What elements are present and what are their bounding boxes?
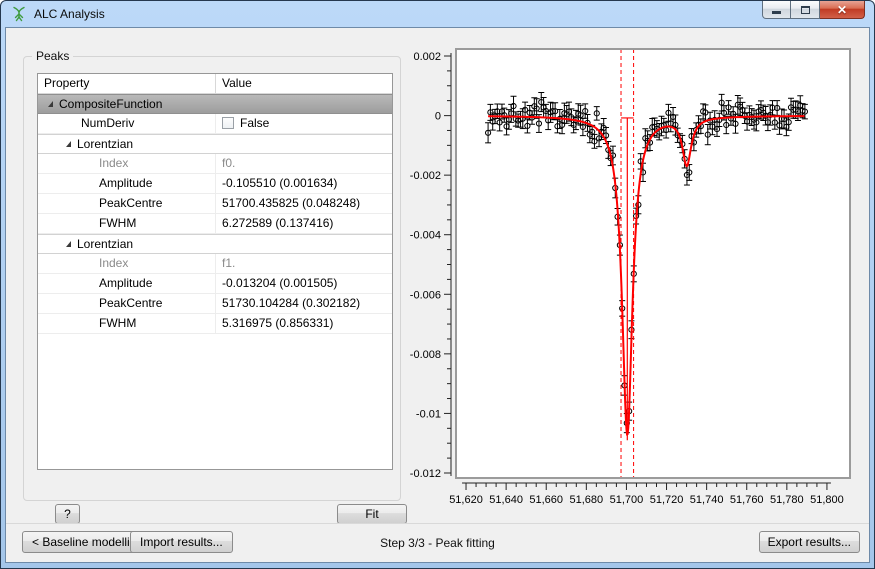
title-bar[interactable]: ALC Analysis ✕: [1, 1, 874, 27]
tree-group-row[interactable]: Lorentzian: [38, 134, 392, 154]
tree-item-row[interactable]: FWHM5.316975 (0.856331): [38, 314, 392, 334]
svg-text:51,740: 51,740: [690, 494, 724, 506]
minimize-button[interactable]: [762, 1, 791, 19]
property-value[interactable]: -0.013204 (0.001505): [216, 274, 392, 293]
tree-group-row[interactable]: Lorentzian: [38, 234, 392, 254]
tree-item-row[interactable]: FWHM6.272589 (0.137416): [38, 214, 392, 234]
property-value[interactable]: -0.105510 (0.001634): [216, 174, 392, 193]
checkbox[interactable]: [222, 117, 234, 129]
property-value[interactable]: f1.: [216, 254, 392, 273]
group-label: Lorentzian: [77, 135, 133, 154]
property-name: PeakCentre: [38, 194, 216, 213]
svg-text:51,720: 51,720: [650, 494, 684, 506]
collapse-arrow-icon[interactable]: [66, 241, 71, 247]
svg-text:51,680: 51,680: [570, 494, 604, 506]
close-button[interactable]: ✕: [820, 1, 865, 19]
property-name: FWHM: [38, 214, 216, 233]
property-value[interactable]: 51730.104284 (0.302182): [216, 294, 392, 313]
mantid-logo-icon: [11, 6, 27, 22]
svg-text:51,760: 51,760: [730, 494, 764, 506]
tree-item-row[interactable]: Indexf1.: [38, 254, 392, 274]
step-label: Step 3/3 - Peak fitting: [6, 536, 869, 550]
checkbox-label: False: [240, 116, 269, 130]
peaks-groupbox: Peaks Property Value CompositeFunctionNu…: [23, 56, 401, 501]
maximize-button[interactable]: [791, 1, 820, 19]
property-name: Amplitude: [38, 174, 216, 193]
svg-text:51,620: 51,620: [449, 494, 483, 506]
svg-text:-0.012: -0.012: [410, 468, 441, 480]
window-title: ALC Analysis: [34, 7, 105, 21]
dialog-content: Peaks Property Value CompositeFunctionNu…: [5, 27, 870, 563]
collapse-arrow-icon[interactable]: [66, 141, 71, 147]
property-name: NumDeriv: [38, 114, 216, 133]
svg-text:-0.002: -0.002: [410, 170, 441, 182]
svg-text:-0.006: -0.006: [410, 289, 441, 301]
group-label: Lorentzian: [77, 235, 133, 254]
svg-text:51,660: 51,660: [529, 494, 563, 506]
tree-group-row[interactable]: CompositeFunction: [38, 94, 392, 114]
alc-plot[interactable]: 51,620 51,640 51,660 51,680 51,700 51,720 51,7…: [406, 39, 866, 516]
alc-analysis-window: ALC Analysis ✕ Peaks Property Value Comp…: [0, 0, 875, 569]
tree-item-row[interactable]: NumDeriv False: [38, 114, 392, 134]
property-value[interactable]: False: [216, 114, 392, 133]
property-name: Index: [38, 254, 216, 273]
svg-text:-0.004: -0.004: [410, 230, 441, 242]
property-value[interactable]: 51700.435825 (0.048248): [216, 194, 392, 213]
table-header-row: Property Value: [38, 74, 392, 94]
fit-button[interactable]: Fit: [337, 504, 407, 524]
svg-text:-0.01: -0.01: [416, 408, 441, 420]
svg-text:0: 0: [435, 111, 441, 123]
close-icon: ✕: [837, 4, 847, 16]
svg-text:51,800: 51,800: [810, 494, 844, 506]
property-value[interactable]: 6.272589 (0.137416): [216, 214, 392, 233]
svg-text:-0.008: -0.008: [410, 349, 441, 361]
property-value[interactable]: f0.: [216, 154, 392, 173]
footer-bar: < Baseline modelling Import results... S…: [6, 523, 869, 562]
column-header-property[interactable]: Property: [38, 74, 216, 93]
svg-text:51,640: 51,640: [489, 494, 523, 506]
tree-item-row[interactable]: Amplitude-0.105510 (0.001634): [38, 174, 392, 194]
help-button[interactable]: ?: [55, 504, 80, 524]
tree-item-row[interactable]: PeakCentre51730.104284 (0.302182): [38, 294, 392, 314]
property-name: Index: [38, 154, 216, 173]
property-name: Amplitude: [38, 274, 216, 293]
collapse-arrow-icon[interactable]: [48, 101, 53, 107]
tree-item-row[interactable]: Indexf0.: [38, 154, 392, 174]
property-name: PeakCentre: [38, 294, 216, 313]
window-controls: ✕: [762, 1, 865, 19]
property-value[interactable]: 5.316975 (0.856331): [216, 314, 392, 333]
peaks-groupbox-label: Peaks: [32, 49, 73, 63]
group-label: CompositeFunction: [59, 95, 162, 114]
svg-text:51,780: 51,780: [770, 494, 804, 506]
minimize-icon: [772, 11, 781, 14]
svg-text:0.002: 0.002: [413, 51, 441, 63]
maximize-icon: [801, 6, 810, 14]
export-results-button[interactable]: Export results...: [759, 531, 860, 553]
tree-item-row[interactable]: Amplitude-0.013204 (0.001505): [38, 274, 392, 294]
property-name: FWHM: [38, 314, 216, 333]
peaks-table-body: CompositeFunctionNumDeriv False Lorentzian…: [38, 94, 392, 469]
column-header-value[interactable]: Value: [216, 74, 392, 93]
tree-item-row[interactable]: PeakCentre51700.435825 (0.048248): [38, 194, 392, 214]
peaks-property-table[interactable]: Property Value CompositeFunctionNumDeriv…: [37, 73, 393, 470]
svg-text:51,700: 51,700: [610, 494, 644, 506]
